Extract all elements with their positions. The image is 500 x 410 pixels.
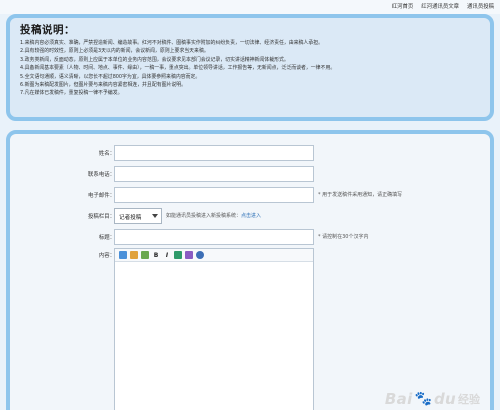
nav-link-articles[interactable]: 红河通讯员文章	[421, 2, 459, 10]
column-select-value: 记者投稿	[119, 215, 142, 221]
email-label: 电子邮件：	[88, 193, 115, 199]
chevron-down-icon	[152, 214, 158, 218]
email-row: 电子邮件： * 用于发送稿件采用通知，请正确填写	[10, 186, 490, 204]
title-row: 标题： * 请控制在30个汉字内	[10, 228, 490, 246]
bold-button[interactable]: B	[152, 251, 160, 259]
column-row: 投稿栏目： 记者投稿 如能通讯员投稿进入新投稿系统：点击进入	[10, 207, 490, 225]
column-select[interactable]: 记者投稿	[114, 208, 162, 224]
table-icon[interactable]	[141, 251, 149, 259]
column-label: 投稿栏目：	[88, 214, 115, 220]
nav-link-submit[interactable]: 通讯员投稿	[467, 2, 494, 10]
notice-line-4: 4.具备新闻基本要素（人物、时间、地点、事件、缘由），一稿一事，重点突出。单位领…	[20, 65, 336, 72]
content-label: 内容：	[98, 253, 115, 259]
media-icon[interactable]	[185, 251, 193, 259]
notice-title: 投稿说明：	[20, 24, 75, 36]
top-nav-links: 红河首页 红河通讯员文章 通讯员投稿	[392, 2, 494, 10]
watermark-suffix: du	[433, 390, 456, 408]
phone-input[interactable]	[114, 166, 314, 182]
name-input[interactable]	[114, 145, 314, 161]
content-editor[interactable]: B I	[114, 248, 314, 410]
help-icon[interactable]	[196, 251, 204, 259]
column-hint: 如能通讯员投稿进入新投稿系统：点击进入	[166, 212, 261, 219]
link-icon[interactable]	[174, 251, 182, 259]
email-input[interactable]	[114, 187, 314, 203]
phone-row: 联系电话：	[10, 165, 490, 183]
nav-link-home[interactable]: 红河首页	[392, 2, 414, 10]
title-hint: * 请控制在30个汉字内	[318, 234, 369, 240]
notice-line-1: 1.来稿内容必须真实、准确，严禁捏造新闻、编造故事。红河不对稿件、图稿事实作附加…	[20, 40, 323, 46]
submission-form: 姓名： 联系电话： 电子邮件： * 用于发送稿件采用通知，请正确填写 投稿栏目：…	[6, 130, 494, 410]
notice-line-6: 6.新图为来稿配发图片，但图片要与来稿内容紧密相连，并且配有图片说明。	[20, 82, 187, 89]
watermark-sub: 经验	[458, 393, 480, 406]
watermark: Bai 🐾 du 经验	[385, 390, 480, 408]
notice-lines: 1.来稿内容必须真实、准确，严禁捏造新闻、编造故事。红河不对稿件、图稿事实作附加…	[20, 39, 480, 98]
italic-button[interactable]: I	[163, 251, 171, 259]
submission-notice-panel: 投稿说明： 1.来稿内容必须真实、准确，严禁捏造新闻、编造故事。红河不对稿件、图…	[6, 14, 494, 121]
notice-line-3: 3.政务类新闻，反面动态，原则上应属于本单位的业务内容范围，会议要求见本部门会议…	[20, 56, 289, 63]
editor-toolbar: B I	[115, 249, 313, 262]
column-hint-text: 如能通讯员投稿进入新投稿系统：	[166, 213, 242, 219]
watermark-brand: Bai	[384, 390, 413, 408]
top-nav-bar: 红河首页 红河通讯员文章 通讯员投稿	[0, 0, 500, 14]
phone-label: 联系电话：	[88, 172, 115, 178]
column-hint-link[interactable]: 点击进入	[241, 213, 261, 219]
name-label: 姓名：	[98, 151, 115, 157]
folder-icon[interactable]	[130, 251, 138, 259]
notice-line-7: 7.凡在媒体已发稿件，重复投稿一律不予编发。	[20, 90, 123, 97]
email-hint: * 用于发送稿件采用通知，请正确填写	[318, 192, 403, 198]
image-icon[interactable]	[119, 251, 127, 259]
paw-icon: 🐾	[414, 391, 432, 407]
title-label: 标题：	[98, 235, 115, 241]
notice-line-2: 2.具有较强的时效性，原则上必须是3天以内的新闻，会议新闻，原则上要求当天来稿。	[20, 48, 209, 55]
notice-line-5: 5.全文语句通顺，语义清晰，以您长不超过800字为宜，具体要参照来稿内容而定。	[20, 73, 201, 80]
name-row: 姓名：	[10, 144, 490, 162]
title-input[interactable]	[114, 229, 314, 245]
